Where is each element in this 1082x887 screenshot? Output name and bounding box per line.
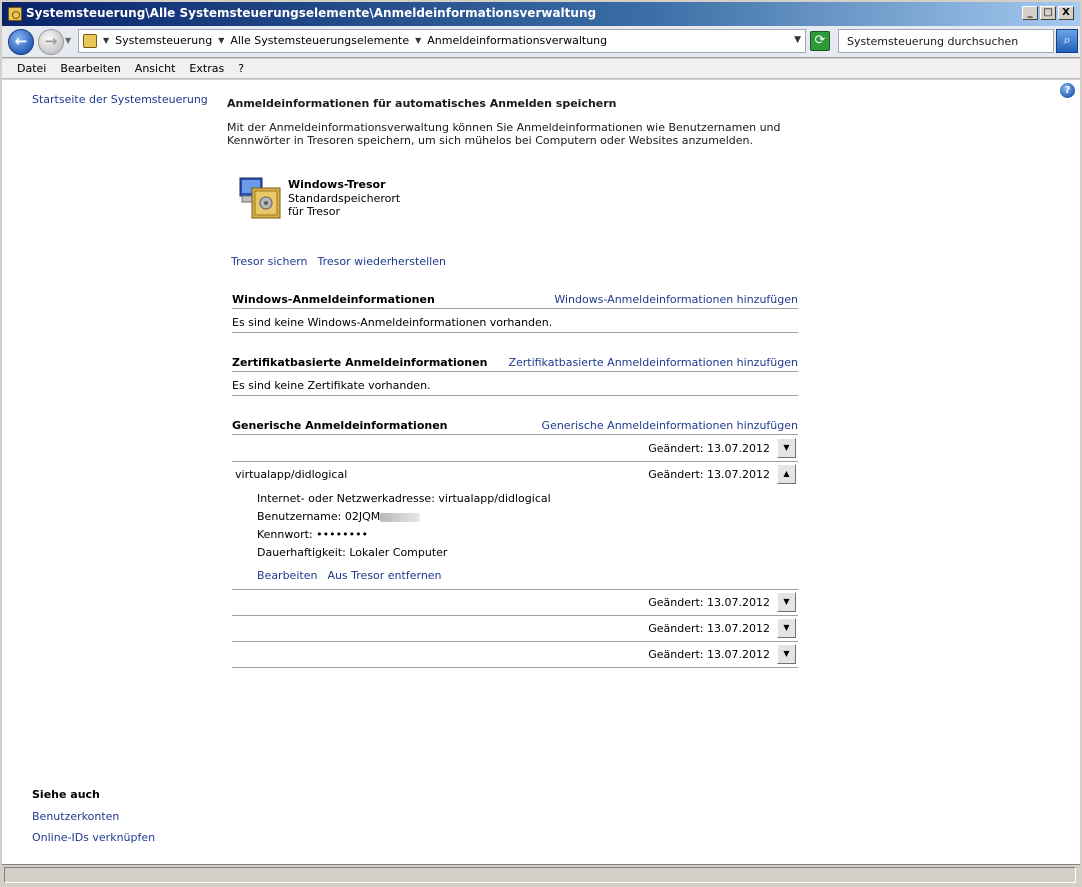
expand-chevron-down-icon[interactable]: ▼ — [777, 438, 796, 458]
credential-modified-date: Geändert: 13.07.2012 — [648, 648, 770, 661]
credential-row[interactable]: Geändert: 13.07.2012 ▼ — [232, 590, 798, 616]
credential-modified-date: Geändert: 13.07.2012 — [648, 442, 770, 455]
breadcrumb-item-alle-elemente[interactable]: Alle Systemsteuerungselemente — [230, 34, 409, 47]
menu-bar: Datei Bearbeiten Ansicht Extras ? — [2, 59, 1080, 79]
add-windows-credential-link[interactable]: Windows-Anmeldeinformationen hinzufügen — [554, 293, 798, 306]
add-generic-credential-link[interactable]: Generische Anmeldeinformationen hinzufüg… — [542, 419, 798, 432]
menu-help[interactable]: ? — [231, 62, 251, 75]
chevron-down-icon[interactable]: ▼ — [415, 36, 421, 45]
credential-persistence: Dauerhaftigkeit: Lokaler Computer — [257, 546, 448, 559]
maximize-button[interactable]: □ — [1040, 6, 1056, 20]
credential-address: Internet- oder Netzwerkadresse: virtuala… — [257, 492, 551, 505]
windows-credentials-header: Windows-Anmeldeinformationen Windows-Anm… — [232, 289, 798, 309]
link-online-ids-link[interactable]: Online-IDs verknüpfen — [32, 831, 155, 844]
restore-vault-link[interactable]: Tresor wiederherstellen — [318, 255, 446, 268]
generic-credentials-header: Generische Anmeldeinformationen Generisc… — [232, 415, 798, 435]
credential-modified-date: Geändert: 13.07.2012 — [648, 468, 770, 481]
credential-modified-date: Geändert: 13.07.2012 — [648, 596, 770, 609]
credential-row[interactable]: Geändert: 13.07.2012 ▼ — [232, 642, 798, 668]
section-title: Windows-Anmeldeinformationen — [232, 293, 435, 306]
credential-name: virtualapp/didlogical — [235, 468, 348, 481]
see-also-heading: Siehe auch — [32, 788, 100, 801]
control-panel-icon — [83, 34, 97, 48]
credential-password: Kennwort: •••••••• — [257, 528, 369, 541]
collapse-chevron-up-icon[interactable]: ▲ — [777, 464, 796, 484]
redacted-mask — [380, 512, 421, 522]
credential-modified-date: Geändert: 13.07.2012 — [648, 622, 770, 635]
backup-vault-link[interactable]: Tresor sichern — [231, 255, 308, 268]
breadcrumb: ▼ Systemsteuerung ▼ Alle Systemsteuerung… — [103, 34, 607, 47]
status-pane — [4, 867, 1076, 883]
username-value: Benutzername: 02JQM — [257, 510, 381, 523]
vault-icon — [239, 177, 281, 219]
address-field[interactable]: ▼ Systemsteuerung ▼ Alle Systemsteuerung… — [78, 29, 806, 53]
windows-credentials-empty: Es sind keine Windows-Anmeldeinformation… — [232, 310, 798, 333]
back-button[interactable]: ← — [8, 29, 34, 55]
chevron-down-icon[interactable]: ▼ — [103, 36, 109, 45]
help-icon[interactable]: ? — [1060, 83, 1075, 98]
add-certificate-credential-link[interactable]: Zertifikatbasierte Anmeldeinformationen … — [508, 356, 798, 369]
certificate-credentials-header: Zertifikatbasierte Anmeldeinformationen … — [232, 352, 798, 372]
address-toolbar: ← → ▼ ▼ Systemsteuerung ▼ Alle Systemste… — [2, 26, 1080, 58]
menu-bearbeiten[interactable]: Bearbeiten — [53, 62, 127, 75]
window-title: Systemsteuerung\Alle Systemsteuerungsele… — [26, 6, 597, 20]
forward-button[interactable]: → — [38, 29, 64, 55]
expand-chevron-down-icon[interactable]: ▼ — [777, 618, 796, 638]
credential-row-expanded[interactable]: virtualapp/didlogical Geändert: 13.07.20… — [232, 462, 798, 488]
breadcrumb-item-credential-manager[interactable]: Anmeldeinformationsverwaltung — [427, 34, 607, 47]
certificate-credentials-empty: Es sind keine Zertifikate vorhanden. — [232, 373, 798, 396]
address-dropdown-icon[interactable]: ▼ — [794, 35, 801, 45]
content-area: ? Startseite der Systemsteuerung Siehe a… — [2, 80, 1080, 864]
menu-ansicht[interactable]: Ansicht — [128, 62, 183, 75]
control-panel-home-link[interactable]: Startseite der Systemsteuerung — [32, 93, 208, 106]
section-title: Zertifikatbasierte Anmeldeinformationen — [232, 356, 488, 369]
credential-actions: Bearbeiten Aus Tresor entfernen — [257, 569, 442, 582]
user-accounts-link[interactable]: Benutzerkonten — [32, 810, 119, 823]
title-bar: Systemsteuerung\Alle Systemsteuerungsele… — [0, 0, 1082, 26]
refresh-button[interactable]: ⟳ — [810, 31, 830, 51]
credential-username: Benutzername: 02JQM — [257, 510, 421, 523]
minimize-button[interactable]: _ — [1022, 6, 1038, 20]
expand-chevron-down-icon[interactable]: ▼ — [777, 592, 796, 612]
search-icon[interactable]: ⌕ — [1056, 29, 1078, 53]
credential-details: Internet- oder Netzwerkadresse: virtuala… — [232, 486, 798, 590]
expand-chevron-down-icon[interactable]: ▼ — [777, 644, 796, 664]
page-title: Anmeldeinformationen für automatisches A… — [227, 97, 617, 110]
close-button[interactable]: X — [1058, 6, 1074, 20]
status-bar — [2, 864, 1080, 885]
breadcrumb-item-systemsteuerung[interactable]: Systemsteuerung — [115, 34, 212, 47]
edit-credential-link[interactable]: Bearbeiten — [257, 569, 317, 582]
recent-pages-dropdown-icon[interactable]: ▼ — [65, 36, 71, 45]
search-input[interactable]: Systemsteuerung durchsuchen — [838, 29, 1054, 53]
control-panel-icon — [8, 7, 22, 21]
section-title: Generische Anmeldeinformationen — [232, 419, 448, 432]
remove-credential-link[interactable]: Aus Tresor entfernen — [327, 569, 441, 582]
menu-datei[interactable]: Datei — [10, 62, 53, 75]
page-description: Mit der Anmeldeinformationsverwaltung kö… — [227, 121, 781, 147]
vault-actions: Tresor sichern Tresor wiederherstellen — [231, 255, 446, 268]
menu-extras[interactable]: Extras — [182, 62, 231, 75]
vault-subtitle: Standardspeicherort für Tresor — [288, 192, 401, 218]
vault-title[interactable]: Windows-Tresor — [288, 178, 386, 191]
window-controls: _ □ X — [1022, 6, 1074, 20]
credential-row[interactable]: Geändert: 13.07.2012 ▼ — [232, 436, 798, 462]
credential-row[interactable]: Geändert: 13.07.2012 ▼ — [232, 616, 798, 642]
chevron-down-icon[interactable]: ▼ — [218, 36, 224, 45]
